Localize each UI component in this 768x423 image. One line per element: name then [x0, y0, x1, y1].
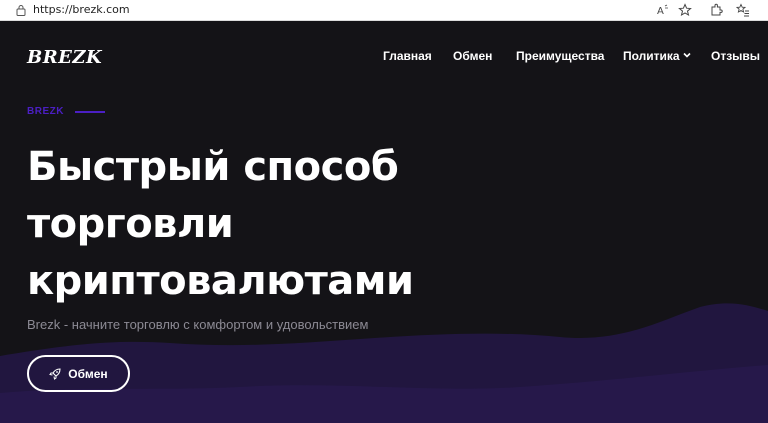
exchange-button[interactable]: Обмен — [27, 355, 130, 392]
main-nav: Главная Обмен Преимущества Политика Отзы… — [0, 49, 768, 65]
svg-text:A: A — [657, 6, 664, 17]
hero-eyebrow: BREZK — [27, 106, 64, 117]
rocket-icon — [49, 367, 61, 380]
nav-item-home[interactable]: Главная — [383, 49, 432, 63]
extensions-icon[interactable] — [709, 3, 723, 17]
nav-item-policy[interactable]: Политика — [623, 49, 691, 63]
nav-item-reviews[interactable]: Отзывы — [711, 49, 760, 63]
nav-item-advantages[interactable]: Преимущества — [516, 49, 604, 63]
hero-subtitle: Brezk - начните торговлю с комфортом и у… — [27, 317, 369, 332]
favorites-list-icon[interactable] — [736, 3, 750, 17]
browser-toolbar: https://brezk.com A — [0, 0, 768, 21]
address-bar-url[interactable]: https://brezk.com — [33, 3, 130, 17]
headline-line: криптовалютами — [27, 258, 414, 304]
read-aloud-icon[interactable]: A — [656, 3, 670, 17]
nav-item-exchange[interactable]: Обмен — [453, 49, 492, 63]
favorite-star-icon[interactable] — [678, 3, 692, 17]
chevron-down-icon — [683, 52, 691, 58]
eyebrow-divider — [75, 111, 105, 113]
landing-page: BREZK Главная Обмен Преимущества Политик… — [0, 21, 768, 423]
headline-line: торговли — [27, 201, 234, 247]
lock-icon[interactable] — [16, 4, 26, 16]
nav-item-policy-label: Политика — [623, 49, 680, 63]
hero-headline: Быстрый способ торговли криптовалютами — [27, 139, 627, 310]
exchange-button-label: Обмен — [68, 366, 108, 381]
headline-line: Быстрый способ — [27, 144, 399, 190]
